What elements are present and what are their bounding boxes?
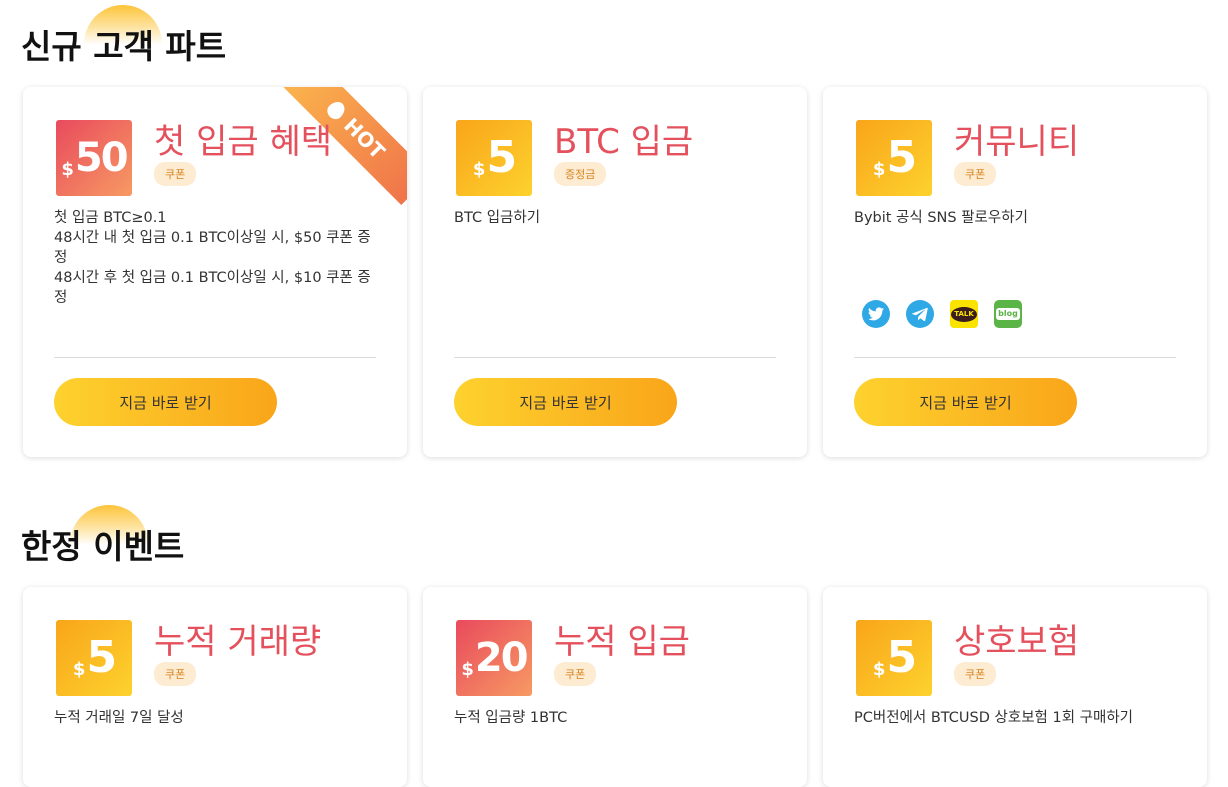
social-links: TALK blog (862, 300, 1022, 328)
desc-line: 48시간 내 첫 입금 0.1 BTC이상일 시, $50 쿠폰 증정 (54, 230, 371, 266)
badge-amount: 5 (86, 632, 117, 683)
card-title: 커뮤니티 (954, 122, 1080, 162)
kakaotalk-icon[interactable]: TALK (950, 300, 978, 328)
badge-currency: $ (461, 658, 474, 680)
desc-line: Bybit 공식 SNS 팔로우하기 (854, 210, 1028, 226)
card-divider (54, 357, 376, 358)
kakaotalk-label: TALK (951, 306, 977, 322)
card-title: 누적 거래량 (154, 622, 322, 662)
desc-line: 누적 입금량 1BTC (454, 710, 568, 726)
card-description: Bybit 공식 SNS 팔로우하기 (854, 208, 1179, 228)
claim-now-button[interactable]: 지금 바로 받기 (454, 378, 677, 426)
card-tag: 쿠폰 (554, 662, 597, 686)
badge-currency: $ (872, 158, 886, 180)
badge-currency: $ (61, 158, 74, 180)
amount-badge: $5 (56, 620, 132, 696)
hot-label: HOT (339, 113, 390, 164)
twitter-icon[interactable] (862, 300, 890, 328)
section-title-new-customers: 신규 고객 파트 (21, 27, 227, 66)
desc-line: BTC 입금하기 (454, 210, 541, 226)
card-mutual-insurance: $5 상호보험 쿠폰 PC버전에서 BTCUSD 상호보험 1회 구매하기 (823, 587, 1207, 787)
amount-badge: $5 (856, 120, 932, 196)
badge-amount: 5 (886, 632, 917, 683)
claim-now-button[interactable]: 지금 바로 받기 (54, 378, 277, 426)
card-description: 누적 입금량 1BTC (454, 708, 779, 728)
claim-now-button[interactable]: 지금 바로 받기 (854, 378, 1077, 426)
amount-badge: $20 (456, 620, 532, 696)
card-tag: 쿠폰 (954, 162, 997, 186)
card-tag: 쿠폰 (154, 162, 197, 186)
section-title-limited-events: 한정 이벤트 (21, 527, 185, 566)
badge-amount: 5 (486, 132, 517, 183)
desc-line: 누적 거래일 7일 달성 (54, 710, 184, 726)
badge-currency: $ (72, 658, 86, 680)
badge-amount: 5 (886, 132, 917, 183)
blog-icon[interactable]: blog (994, 300, 1022, 328)
card-title: 상호보험 (954, 622, 1080, 662)
amount-badge: $50 (56, 120, 132, 196)
desc-line: PC버전에서 BTCUSD 상호보험 1회 구매하기 (854, 710, 1134, 726)
telegram-icon[interactable] (906, 300, 934, 328)
blog-label: blog (996, 308, 1020, 320)
card-description: 누적 거래일 7일 달성 (54, 708, 379, 728)
card-cumulative-volume: $5 누적 거래량 쿠폰 누적 거래일 7일 달성 (23, 587, 407, 787)
amount-badge: $5 (856, 620, 932, 696)
card-divider (454, 357, 776, 358)
badge-currency: $ (872, 658, 886, 680)
desc-line: 첫 입금 BTC≥0.1 (54, 210, 167, 226)
card-description: BTC 입금하기 (454, 208, 779, 228)
card-first-deposit: HOT $50 첫 입금 혜택 쿠폰 첫 입금 BTC≥0.1 48시간 내 첫… (23, 87, 407, 457)
card-title: 첫 입금 혜택 (154, 122, 333, 162)
card-tag: 증정금 (554, 162, 607, 186)
card-tag: 쿠폰 (154, 662, 197, 686)
card-description: 첫 입금 BTC≥0.1 48시간 내 첫 입금 0.1 BTC이상일 시, $… (54, 208, 379, 308)
card-title: 누적 입금 (554, 622, 690, 662)
card-cumulative-deposit: $20 누적 입금 쿠폰 누적 입금량 1BTC (423, 587, 807, 787)
badge-amount: 20 (474, 635, 529, 681)
desc-line: 48시간 후 첫 입금 0.1 BTC이상일 시, $10 쿠폰 증정 (54, 270, 371, 306)
badge-amount: 50 (74, 135, 129, 181)
badge-currency: $ (472, 158, 486, 180)
card-tag: 쿠폰 (954, 662, 997, 686)
card-description: PC버전에서 BTCUSD 상호보험 1회 구매하기 (854, 708, 1179, 728)
card-divider (854, 357, 1176, 358)
card-btc-deposit: $5 BTC 입금 증정금 BTC 입금하기 지금 바로 받기 (423, 87, 807, 457)
card-community: $5 커뮤니티 쿠폰 Bybit 공식 SNS 팔로우하기 TALK blog … (823, 87, 1207, 457)
amount-badge: $5 (456, 120, 532, 196)
card-title: BTC 입금 (554, 122, 694, 162)
